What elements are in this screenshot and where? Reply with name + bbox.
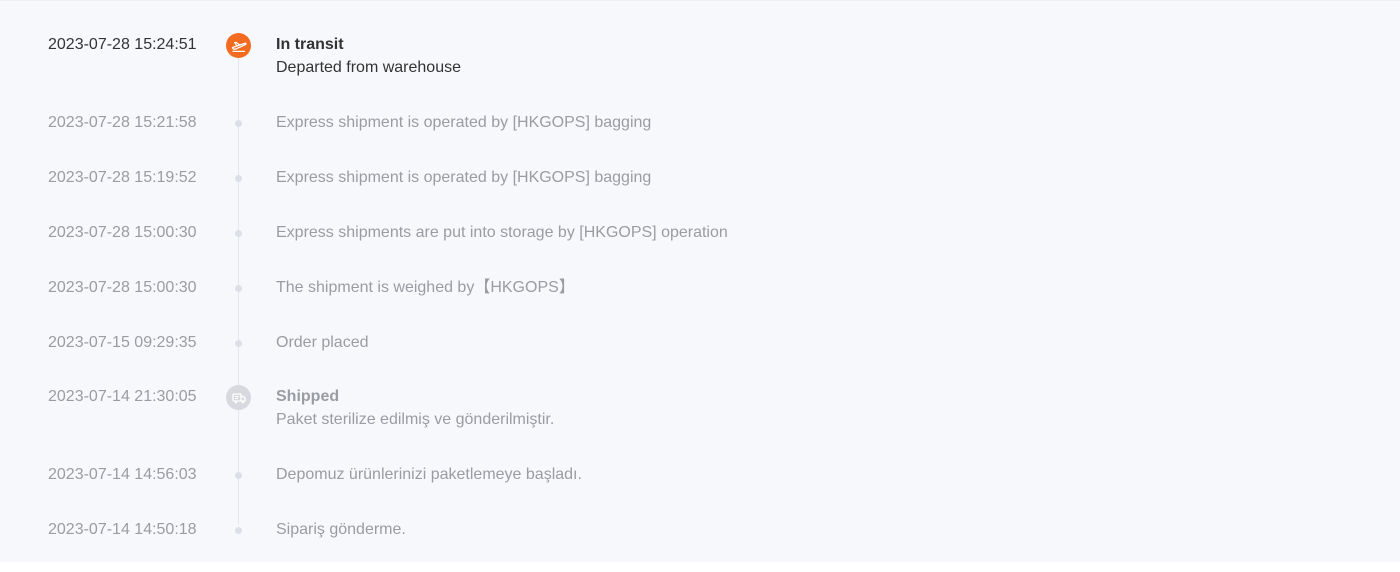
event-content: The shipment is weighed by【HKGOPS】 <box>276 278 575 298</box>
event-time: 2023-07-28 15:00:30 <box>48 279 197 296</box>
event-time: 2023-07-28 15:00:30 <box>48 224 197 241</box>
event-description: Sipariş gönderme. <box>276 521 406 538</box>
event-content: Express shipment is operated by [HKGOPS]… <box>276 168 651 188</box>
timeline-dot <box>235 175 242 182</box>
event-time: 2023-07-14 14:50:18 <box>48 521 197 538</box>
event-description: The shipment is weighed by【HKGOPS】 <box>276 279 575 296</box>
timeline-dot <box>235 472 242 479</box>
event-description: Paket sterilize edilmiş ve gönderilmişti… <box>276 411 555 428</box>
timeline-dot <box>235 527 242 534</box>
shipment-timeline: 2023-07-28 15:24:51 In transit Departed … <box>0 1 1400 563</box>
timeline-dot <box>235 230 242 237</box>
event-time: 2023-07-28 15:21:58 <box>48 114 197 131</box>
event-content: Depomuz ürünlerinizi paketlemeye başladı… <box>276 465 582 485</box>
event-content: Sipariş gönderme. <box>276 520 406 540</box>
event-status: Shipped <box>276 388 340 405</box>
event-content: Order placed <box>276 333 369 353</box>
event-time: 2023-07-15 09:29:35 <box>48 334 197 351</box>
event-description: Departed from warehouse <box>276 59 461 76</box>
event-description: Depomuz ürünlerinizi paketlemeye başladı… <box>276 466 582 483</box>
event-content: Shipped Paket sterilize edilmiş ve gönde… <box>276 387 554 430</box>
plane-icon <box>226 33 251 58</box>
timeline-dot <box>235 285 242 292</box>
event-description: Order placed <box>276 334 369 351</box>
event-description: Express shipments are put into storage b… <box>276 224 728 241</box>
event-time: 2023-07-28 15:19:52 <box>48 169 197 186</box>
event-description: Express shipment is operated by [HKGOPS]… <box>276 114 652 131</box>
event-time: 2023-07-14 14:56:03 <box>48 466 197 483</box>
event-description: Express shipment is operated by [HKGOPS]… <box>276 169 652 186</box>
timeline-dot <box>235 120 242 127</box>
tracking-panel: 2023-07-28 15:24:51 In transit Departed … <box>0 0 1400 562</box>
event-time: 2023-07-28 15:24:51 <box>48 36 197 53</box>
truck-icon <box>226 385 251 410</box>
event-content: Express shipments are put into storage b… <box>276 223 728 243</box>
timeline-dot <box>235 340 242 347</box>
event-content: Express shipment is operated by [HKGOPS]… <box>276 113 651 133</box>
event-content: In transit Departed from warehouse <box>276 35 461 78</box>
event-status: In transit <box>276 36 344 53</box>
event-time: 2023-07-14 21:30:05 <box>48 388 197 405</box>
